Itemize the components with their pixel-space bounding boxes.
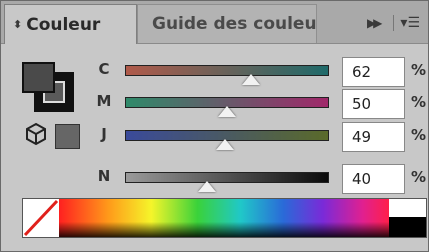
- value-input[interactable]: 49: [342, 122, 405, 152]
- tab-label: Couleur: [26, 14, 101, 35]
- value-input[interactable]: 50: [342, 89, 405, 119]
- spectrum-ramp[interactable]: [59, 199, 389, 237]
- percent-unit: %: [411, 93, 427, 111]
- slider-track[interactable]: [125, 172, 329, 183]
- slider-thumb[interactable]: [215, 139, 234, 150]
- slider-thumb[interactable]: [218, 106, 236, 117]
- none-color-icon[interactable]: [23, 199, 60, 237]
- slider-track[interactable]: [125, 65, 329, 76]
- channel-label: M: [96, 92, 112, 110]
- double-chevron-right-icon[interactable]: ▶▶: [367, 16, 383, 30]
- slider-row-n: N 40%: [1, 164, 428, 194]
- black-swatch[interactable]: [389, 217, 426, 237]
- percent-unit: %: [411, 126, 427, 144]
- color-spectrum[interactable]: [22, 198, 427, 238]
- panel-controls: ▶▶ ▾☰: [367, 13, 420, 33]
- slider-row-c: C 62%: [1, 57, 428, 87]
- channel-label: J: [101, 125, 107, 143]
- tab-guide-des-couleurs[interactable]: Guide des couleur: [137, 4, 317, 43]
- chevron-updown-icon[interactable]: ⬍: [13, 18, 22, 31]
- slider-row-j: J 49%: [1, 122, 428, 152]
- tab-couleur[interactable]: ⬍ Couleur: [4, 4, 137, 44]
- channel-label: N: [97, 167, 111, 185]
- slider-row-m: M 50%: [1, 89, 428, 119]
- white-swatch[interactable]: [389, 199, 426, 217]
- color-panel: ⬍ Couleur Guide des couleur ▶▶ ▾☰ C 62% M 5…: [0, 0, 429, 252]
- tab-label: Guide des couleur: [152, 14, 317, 34]
- value-input[interactable]: 62: [342, 57, 405, 87]
- percent-unit: %: [411, 61, 427, 79]
- panel-tabbar: ⬍ Couleur Guide des couleur ▶▶ ▾☰: [1, 1, 428, 44]
- slider-thumb[interactable]: [197, 181, 216, 192]
- percent-unit: %: [411, 168, 427, 186]
- value-input[interactable]: 40: [342, 164, 405, 194]
- divider: [393, 15, 395, 31]
- slider-thumb[interactable]: [242, 74, 261, 85]
- panel-menu-icon[interactable]: ▾☰: [400, 15, 420, 31]
- channel-label: C: [98, 60, 110, 78]
